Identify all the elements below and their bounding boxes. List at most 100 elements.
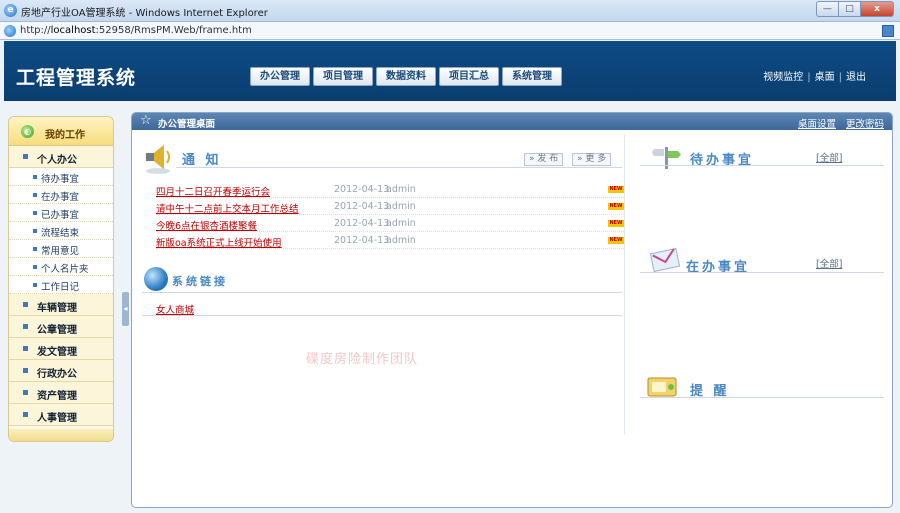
todo-divider <box>640 165 884 166</box>
notice-divider <box>176 167 622 168</box>
sidebar-group-hr[interactable]: 人事管理 <box>9 404 113 426</box>
sidebar-group-label: 资产管理 <box>37 391 77 402</box>
sidebar-item-label: 流程结束 <box>41 228 80 239</box>
bullet-icon <box>33 211 37 215</box>
sidebar-group-document-issuing[interactable]: 发文管理 <box>9 338 113 360</box>
sidebar-group-label: 公章管理 <box>37 325 77 336</box>
sidebar-item-in-progress[interactable]: 在办事宜 <box>9 186 113 204</box>
logout-link[interactable]: 退出 <box>846 72 866 83</box>
sidebar-item-flow-finished[interactable]: 流程结束 <box>9 222 113 240</box>
bullet-icon <box>23 412 28 417</box>
bullet-icon <box>33 229 37 233</box>
bullet-icon <box>23 368 28 373</box>
sidebar-item-label: 待办事宜 <box>41 174 80 185</box>
in-progress-all-link[interactable]: [全部] <box>816 256 842 270</box>
main-panel: ☆ 办公管理桌面 桌面设置 更改密码 通 知 » 发 布 » 更 多 四月十二日召… <box>131 112 893 508</box>
desktop-link[interactable]: 桌面 <box>815 72 835 83</box>
sidebar-group-label: 行政办公 <box>37 369 77 380</box>
sidebar-item-business-cards[interactable]: 个人名片夹 <box>9 258 113 276</box>
nav-data-materials[interactable]: 数据资料 <box>376 67 436 86</box>
bullet-icon <box>23 390 28 395</box>
reminder-board-icon <box>647 377 677 397</box>
sidebar-group-label: 车辆管理 <box>37 303 77 314</box>
envelope-icon <box>649 247 681 273</box>
url-text[interactable]: http://localhost:52958/RmsPM.Web/frame.h… <box>20 25 252 36</box>
sidebar-item-todo[interactable]: 待办事宜 <box>9 168 113 186</box>
sidebar-group-personal-office[interactable]: 个人办公 <box>9 146 113 168</box>
change-password-link[interactable]: 更改密码 <box>846 119 884 130</box>
sidebar-group-label: 人事管理 <box>37 413 77 424</box>
nav-project-summary[interactable]: 项目汇总 <box>439 67 499 86</box>
nav-system-management[interactable]: 系统管理 <box>502 67 562 86</box>
sidebar-group-label: 个人办公 <box>37 155 77 166</box>
desktop-settings-link[interactable]: 桌面设置 <box>798 119 836 130</box>
list-item[interactable]: 新版oa系统正式上线开始使用 2012-04-13 admin NEW <box>156 233 624 249</box>
system-links-title: 系统链接 <box>172 275 228 288</box>
notice-author: admin <box>386 218 416 229</box>
notice-author: admin <box>386 201 416 212</box>
ie-logo-icon: e <box>4 4 17 17</box>
window-controls: — □ x <box>816 1 894 17</box>
minimize-button[interactable]: — <box>816 1 838 17</box>
system-link-item[interactable]: 女人商城 <box>156 302 194 316</box>
top-navigation: 办公管理 项目管理 数据资料 项目汇总 系统管理 <box>250 67 565 86</box>
speaker-icon <box>146 145 170 174</box>
new-badge: NEW <box>608 237 624 244</box>
bullet-icon <box>23 346 28 351</box>
bullet-icon <box>33 193 37 197</box>
list-item[interactable]: 四月十二日召开春季运行会 2012-04-13 admin NEW <box>156 182 624 198</box>
reminder-divider <box>640 397 884 398</box>
app-logo: 工程管理系统 <box>16 67 137 89</box>
star-icon: ☆ <box>140 113 152 128</box>
notice-date: 2012-04-13 <box>334 218 390 229</box>
sidebar: ◐ 我的工作 个人办公 待办事宜 在办事宜 已办事宜 流程结束 常用意见 个人名… <box>8 116 114 442</box>
list-item[interactable]: 请中午十二点前上交本月工作总结 2012-04-13 admin NEW <box>156 199 624 215</box>
sidebar-item-common-opinions[interactable]: 常用意见 <box>9 240 113 258</box>
sidebar-header[interactable]: ◐ 我的工作 <box>9 117 113 146</box>
bullet-icon <box>23 154 28 159</box>
more-button[interactable]: » 更 多 <box>572 153 612 166</box>
sidebar-title: 我的工作 <box>45 130 85 141</box>
sidebar-item-work-diary[interactable]: 工作日记 <box>9 276 113 294</box>
bullet-icon <box>33 175 37 179</box>
close-button[interactable]: x <box>860 1 894 17</box>
sidebar-item-label: 已办事宜 <box>41 210 80 221</box>
compatibility-view-icon[interactable] <box>882 25 894 37</box>
video-monitor-link[interactable]: 视频监控 <box>763 72 803 83</box>
sidebar-group-vehicle[interactable]: 车辆管理 <box>9 294 113 316</box>
sidebar-group-label: 发文管理 <box>37 347 77 358</box>
notice-date: 2012-04-13 <box>334 235 390 246</box>
sidebar-collapse-handle[interactable]: ◂ <box>122 292 129 326</box>
notice-title-link[interactable]: 请中午十二点前上交本月工作总结 <box>156 201 299 215</box>
sidebar-group-seal[interactable]: 公章管理 <box>9 316 113 338</box>
notice-title-link[interactable]: 四月十二日召开春季运行会 <box>156 184 270 198</box>
url-scheme: http:// <box>20 25 51 36</box>
separator: | <box>838 72 842 83</box>
sidebar-group-assets[interactable]: 资产管理 <box>9 382 113 404</box>
bullet-icon <box>23 302 28 307</box>
new-badge: NEW <box>608 203 624 210</box>
page-globe-icon <box>4 25 16 37</box>
sidebar-footer <box>9 429 113 441</box>
bullet-icon <box>33 265 37 269</box>
todo-all-link[interactable]: [全部] <box>816 150 842 164</box>
notice-date: 2012-04-13 <box>334 184 390 195</box>
publish-button[interactable]: » 发 布 <box>524 153 564 166</box>
sidebar-group-administration[interactable]: 行政办公 <box>9 360 113 382</box>
main-header-links: 桌面设置 更改密码 <box>788 116 884 130</box>
sidebar-item-done[interactable]: 已办事宜 <box>9 204 113 222</box>
window-title: 房地产行业OA管理系统 - Windows Internet Explorer <box>21 8 268 19</box>
list-item[interactable]: 今晚6点在银杏酒楼聚餐 2012-04-13 admin NEW <box>156 216 624 232</box>
my-work-icon: ◐ <box>21 125 34 138</box>
notice-date: 2012-04-13 <box>334 201 390 212</box>
bullet-icon <box>33 283 37 287</box>
maximize-button[interactable]: □ <box>838 1 860 17</box>
notice-title-link[interactable]: 新版oa系统正式上线开始使用 <box>156 235 282 249</box>
notice-author: admin <box>386 184 416 195</box>
notice-title-link[interactable]: 今晚6点在银杏酒楼聚餐 <box>156 218 257 232</box>
nav-project-management[interactable]: 项目管理 <box>313 67 373 86</box>
separator: | <box>807 72 811 83</box>
address-bar[interactable]: http://localhost:52958/RmsPM.Web/frame.h… <box>0 22 900 40</box>
sidebar-item-label: 常用意见 <box>41 246 80 257</box>
nav-office-management[interactable]: 办公管理 <box>250 67 310 86</box>
